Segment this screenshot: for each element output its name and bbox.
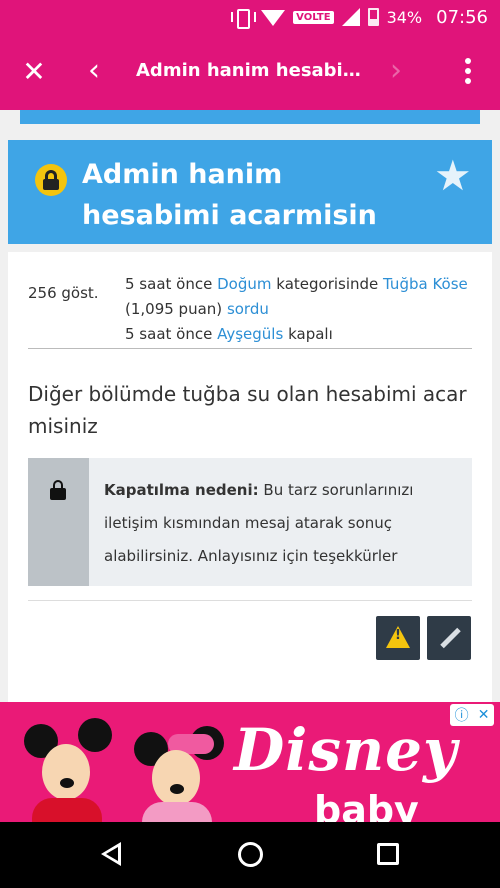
pencil-icon <box>440 627 461 649</box>
page-title: Admin hanim hesabimi a... <box>136 60 376 81</box>
closed-notice-sidebar <box>28 458 89 586</box>
forward-arrow-icon[interactable]: › <box>390 56 402 86</box>
wifi-icon <box>261 10 286 26</box>
clock: 07:56 <box>436 6 488 28</box>
report-button[interactable]: ! <box>376 616 420 660</box>
closed-reason-label: Kapatılma nedeni: <box>104 481 259 499</box>
signal-icon <box>341 8 360 26</box>
author-link[interactable]: Tuğba Köse <box>383 275 468 293</box>
question-card: 256 göst. 5 saat önce Doğum kategorisind… <box>8 252 492 702</box>
asked-time: 5 saat önce <box>125 275 213 293</box>
status-text: kapalı <box>288 325 333 343</box>
ad-banner[interactable]: Disney baby ⓘ ✕ <box>0 702 500 822</box>
asked-link[interactable]: sordu <box>227 300 269 318</box>
category-link[interactable]: Doğum <box>217 275 271 293</box>
more-vert-icon[interactable] <box>458 56 478 86</box>
author-points: (1,095 puan) <box>125 300 223 318</box>
view-count: 256 göst. <box>28 284 99 302</box>
lock-icon <box>35 164 67 196</box>
edit-button[interactable] <box>427 616 471 660</box>
question-title: Admin hanim hesabimi acarmisin <box>82 159 377 231</box>
ad-subtitle: baby <box>314 788 419 822</box>
divider <box>28 600 472 601</box>
favorite-star-icon[interactable]: ★ <box>434 154 472 198</box>
closed-notice: Kapatılma nedeni: Bu tarz sorunlarınızı … <box>28 458 472 586</box>
closer-link[interactable]: Ayşegüls <box>217 325 283 343</box>
nav-recents-icon[interactable] <box>377 843 399 865</box>
vibrate-icon <box>231 8 257 29</box>
volte-badge: VOLTE <box>293 10 334 24</box>
back-arrow-icon[interactable]: ‹ <box>88 56 100 86</box>
lock-icon <box>50 480 66 500</box>
previous-content-strip <box>0 110 500 128</box>
close-icon[interactable]: ✕ <box>20 58 48 86</box>
info-icon[interactable]: ⓘ <box>455 705 469 725</box>
closed-reason: Kapatılma nedeni: Bu tarz sorunlarınızı … <box>104 474 464 573</box>
status-bar: VOLTE 34% 07:56 <box>0 0 500 34</box>
battery-percent: 34% <box>386 7 423 27</box>
app-bar: ✕ ‹ Admin hanim hesabimi a... › <box>0 34 500 110</box>
closed-time: 5 saat önce <box>125 325 213 343</box>
ad-controls[interactable]: ⓘ ✕ <box>450 704 494 726</box>
question-header: Admin hanim hesabimi acarmisin ★ <box>8 140 492 244</box>
question-meta: 5 saat önce Doğum kategorisinde Tuğba Kö… <box>125 272 475 347</box>
category-suffix: kategorisinde <box>276 275 379 293</box>
question-body: Diğer bölümde tuğba su olan hesabimi aca… <box>28 382 467 438</box>
nav-home-icon[interactable] <box>238 842 263 867</box>
divider <box>28 348 472 349</box>
system-nav-bar <box>0 822 500 888</box>
ad-brand: Disney <box>234 716 458 784</box>
battery-icon <box>367 8 379 26</box>
close-ad-icon[interactable]: ✕ <box>478 707 490 723</box>
